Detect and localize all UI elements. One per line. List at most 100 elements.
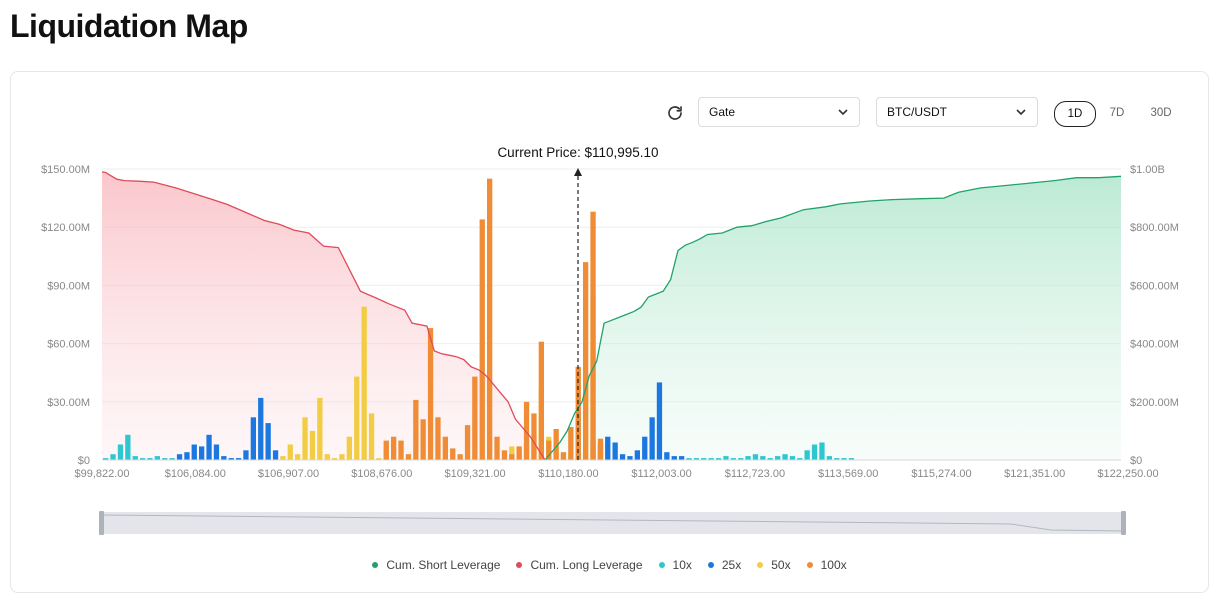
bar-100x[interactable]	[494, 436, 500, 460]
bar-50x[interactable]	[317, 397, 323, 460]
bar-25x[interactable]	[206, 434, 212, 460]
bar-100x[interactable]	[583, 262, 589, 460]
x-axis-tick-label: $115,274.00	[911, 468, 971, 480]
bar-25x[interactable]	[199, 446, 205, 460]
bar-50x[interactable]	[346, 436, 352, 460]
y-axis-left-tick-label: $150.00M	[41, 164, 90, 176]
bar-25x[interactable]	[619, 454, 626, 460]
legend-item-long[interactable]: Cum. Long Leverage	[516, 558, 643, 572]
bar-25x[interactable]	[671, 456, 677, 460]
bar-25x[interactable]	[656, 382, 663, 460]
cum-long-area	[102, 171, 545, 460]
bar-25x[interactable]	[272, 450, 279, 460]
bar-10x[interactable]	[775, 456, 781, 460]
bar-25x[interactable]	[679, 456, 685, 460]
bar-100x[interactable]	[398, 440, 404, 460]
legend-item-10x[interactable]: 10x	[658, 558, 692, 572]
bar-100x[interactable]	[457, 454, 463, 460]
legend-label: 50x	[771, 558, 791, 572]
bar-10x[interactable]	[723, 456, 729, 460]
bar-25x[interactable]	[176, 454, 183, 460]
bar-100x[interactable]	[391, 436, 397, 460]
bar-10x[interactable]	[117, 444, 124, 461]
bar-25x[interactable]	[243, 450, 249, 460]
page-title: Liquidation Map	[10, 8, 248, 44]
bar-100x[interactable]	[531, 413, 537, 460]
bar-100x[interactable]	[568, 427, 574, 460]
y-axis-left-tick-label: $120.00M	[41, 222, 90, 234]
bar-50x[interactable]	[339, 454, 345, 460]
bar-50x[interactable]	[361, 306, 367, 460]
bar-100x[interactable]	[560, 452, 567, 460]
bar-10x[interactable]	[782, 454, 788, 460]
bar-25x[interactable]	[664, 452, 670, 460]
legend-item-25x[interactable]: 25x	[707, 558, 742, 572]
bar-100x[interactable]	[413, 399, 419, 460]
bar-100x[interactable]	[472, 376, 478, 460]
bar-50x[interactable]	[309, 430, 316, 460]
range-slider-track[interactable]	[100, 512, 1125, 534]
bar-10x[interactable]	[804, 450, 810, 460]
bar-50x[interactable]	[287, 444, 293, 461]
bar-50x[interactable]	[354, 376, 360, 460]
bar-50x[interactable]	[295, 454, 301, 460]
bar-25x[interactable]	[250, 417, 256, 460]
bar-100x[interactable]	[450, 448, 456, 460]
bar-100x[interactable]	[420, 419, 426, 460]
bar-25x[interactable]	[265, 423, 271, 460]
bar-100x[interactable]	[427, 328, 434, 460]
bar-10x[interactable]	[811, 444, 818, 461]
bar-25x[interactable]	[605, 436, 611, 460]
bar-100x[interactable]	[516, 446, 522, 460]
bar-10x[interactable]	[745, 456, 751, 460]
bar-100x[interactable]	[405, 454, 412, 460]
bar-10x[interactable]	[826, 456, 832, 460]
bar-100x[interactable]	[590, 211, 596, 460]
range-slider-handle-right[interactable]	[1121, 511, 1126, 535]
bar-100x[interactable]	[538, 341, 544, 460]
bar-10x[interactable]	[789, 456, 796, 460]
bar-50x[interactable]	[324, 454, 330, 460]
x-axis-tick-label: $108,676.00	[351, 468, 412, 480]
bar-100x[interactable]	[597, 438, 604, 460]
bar-100x[interactable]	[383, 440, 389, 460]
legend-marker	[516, 562, 523, 568]
bar-50x[interactable]	[368, 413, 375, 460]
legend-item-100x[interactable]: 100x	[806, 558, 847, 572]
range-slider-handle-left[interactable]	[99, 511, 104, 535]
bar-25x[interactable]	[634, 450, 640, 460]
bar-10x[interactable]	[132, 456, 138, 460]
bar-10x[interactable]	[760, 456, 766, 460]
legend-item-short[interactable]: Cum. Short Leverage	[372, 558, 500, 572]
x-axis-tick-label: $99,822.00	[74, 468, 129, 480]
bar-100x[interactable]	[435, 417, 441, 460]
bar-100x[interactable]	[509, 454, 515, 460]
bar-10x[interactable]	[752, 454, 759, 460]
legend-marker	[372, 562, 379, 568]
legend-item-50x[interactable]: 50x	[757, 558, 791, 572]
bar-100x[interactable]	[487, 178, 493, 460]
bar-100x[interactable]	[464, 425, 471, 460]
bar-25x[interactable]	[258, 397, 264, 460]
bar-25x[interactable]	[213, 444, 220, 461]
bar-25x[interactable]	[191, 444, 197, 461]
y-axis-left-tick-label: $60.00M	[47, 339, 90, 351]
bar-10x[interactable]	[110, 454, 116, 460]
bar-25x[interactable]	[184, 452, 190, 460]
bar-100x[interactable]	[442, 436, 448, 460]
bar-25x[interactable]	[221, 456, 227, 460]
bar-10x[interactable]	[125, 434, 131, 460]
bar-100x[interactable]	[501, 450, 508, 460]
bar-25x[interactable]	[649, 417, 655, 460]
bar-50x[interactable]	[280, 456, 286, 460]
bar-10x[interactable]	[154, 456, 160, 460]
bar-100x[interactable]	[479, 219, 485, 460]
legend-label: 25x	[721, 558, 742, 572]
y-axis-left-tick-label: $0	[78, 455, 90, 467]
bar-50x[interactable]	[302, 417, 308, 460]
y-axis-right-tick-label: $200.00M	[1130, 397, 1179, 409]
bar-25x[interactable]	[642, 436, 648, 460]
bar-25x[interactable]	[612, 442, 618, 461]
bar-25x[interactable]	[627, 456, 633, 460]
bar-10x[interactable]	[819, 442, 825, 461]
